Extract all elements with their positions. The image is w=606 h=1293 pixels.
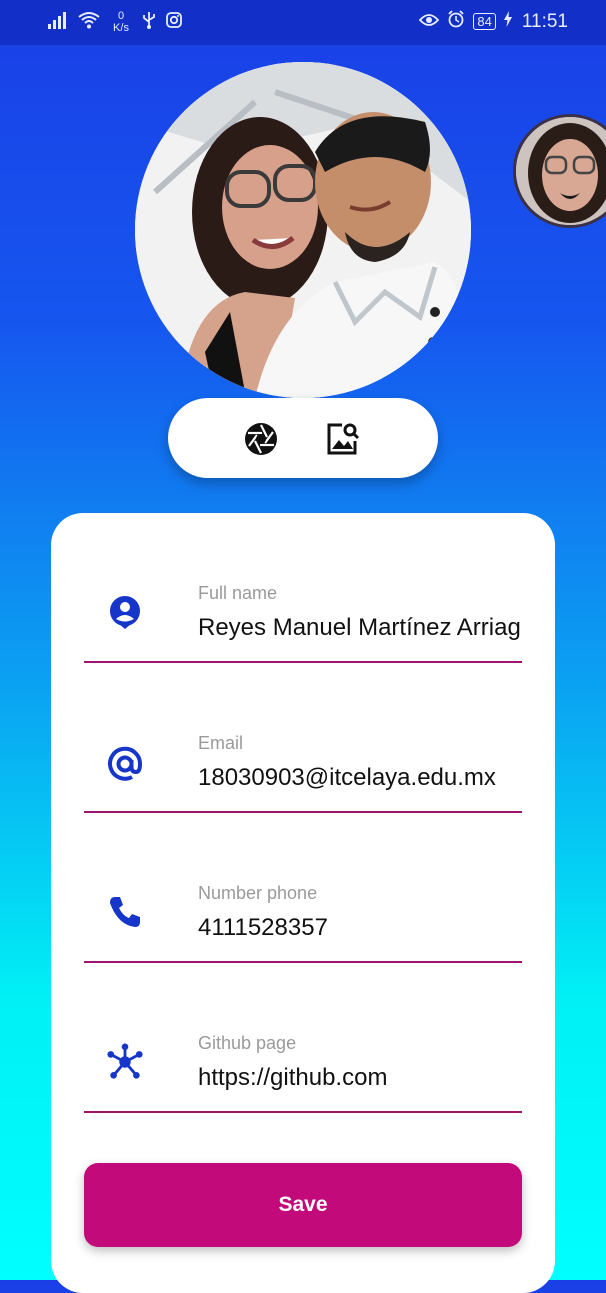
battery-indicator: 84 (473, 13, 496, 30)
phone-input[interactable]: 4111528357 (198, 914, 522, 942)
full-name-field[interactable]: Full name Reyes Manuel Martínez Arriag (84, 553, 522, 663)
hub-icon (106, 1043, 144, 1081)
email-underline (84, 811, 522, 813)
person-pin-icon (106, 593, 144, 631)
wifi-icon (78, 11, 100, 34)
alarm-icon (447, 10, 465, 33)
usb-icon (142, 11, 156, 34)
camera-shutter-icon (245, 423, 277, 455)
phone-label: Number phone (198, 883, 318, 903)
gallery-button[interactable] (323, 420, 361, 458)
net-speed-unit: K/s (113, 22, 129, 34)
phone-icon (106, 893, 144, 931)
at-sign-icon (106, 745, 144, 783)
image-search-icon (327, 423, 360, 455)
photo-actions-bar (168, 398, 438, 478)
github-label: Github page (198, 1033, 297, 1053)
save-button[interactable]: Save (84, 1163, 522, 1247)
signal-icon (48, 11, 68, 34)
github-underline (84, 1111, 522, 1113)
camera-button[interactable] (242, 420, 280, 458)
net-speed-value: 0 (117, 10, 125, 22)
email-label: Email (198, 733, 244, 753)
eye-comfort-icon (419, 11, 440, 32)
email-field[interactable]: Email 18030903@itcelaya.edu.mx (84, 703, 522, 813)
charging-icon (503, 11, 512, 32)
profile-photo[interactable] (135, 62, 471, 398)
phone-field[interactable]: Number phone 4111528357 (84, 853, 522, 963)
email-input[interactable]: 18030903@itcelaya.edu.mx (198, 764, 522, 792)
full-name-label: Full name (198, 583, 278, 603)
github-field[interactable]: Github page https://github.com (84, 1003, 522, 1113)
status-bar: 0 K/s 84 11:51 (0, 0, 606, 45)
contact-photo[interactable] (513, 114, 606, 228)
contact-photo-image (516, 117, 606, 225)
full-name-underline (84, 661, 522, 663)
phone-underline (84, 961, 522, 963)
profile-photo-image (135, 62, 471, 398)
network-speed: 0 K/s (110, 10, 132, 34)
profile-form-card: Full name Reyes Manuel Martínez Arriag E… (51, 513, 555, 1293)
github-input[interactable]: https://github.com (198, 1064, 522, 1092)
clock: 11:51 (521, 10, 568, 32)
full-name-input[interactable]: Reyes Manuel Martínez Arriag (198, 614, 522, 642)
instagram-icon (166, 11, 182, 33)
